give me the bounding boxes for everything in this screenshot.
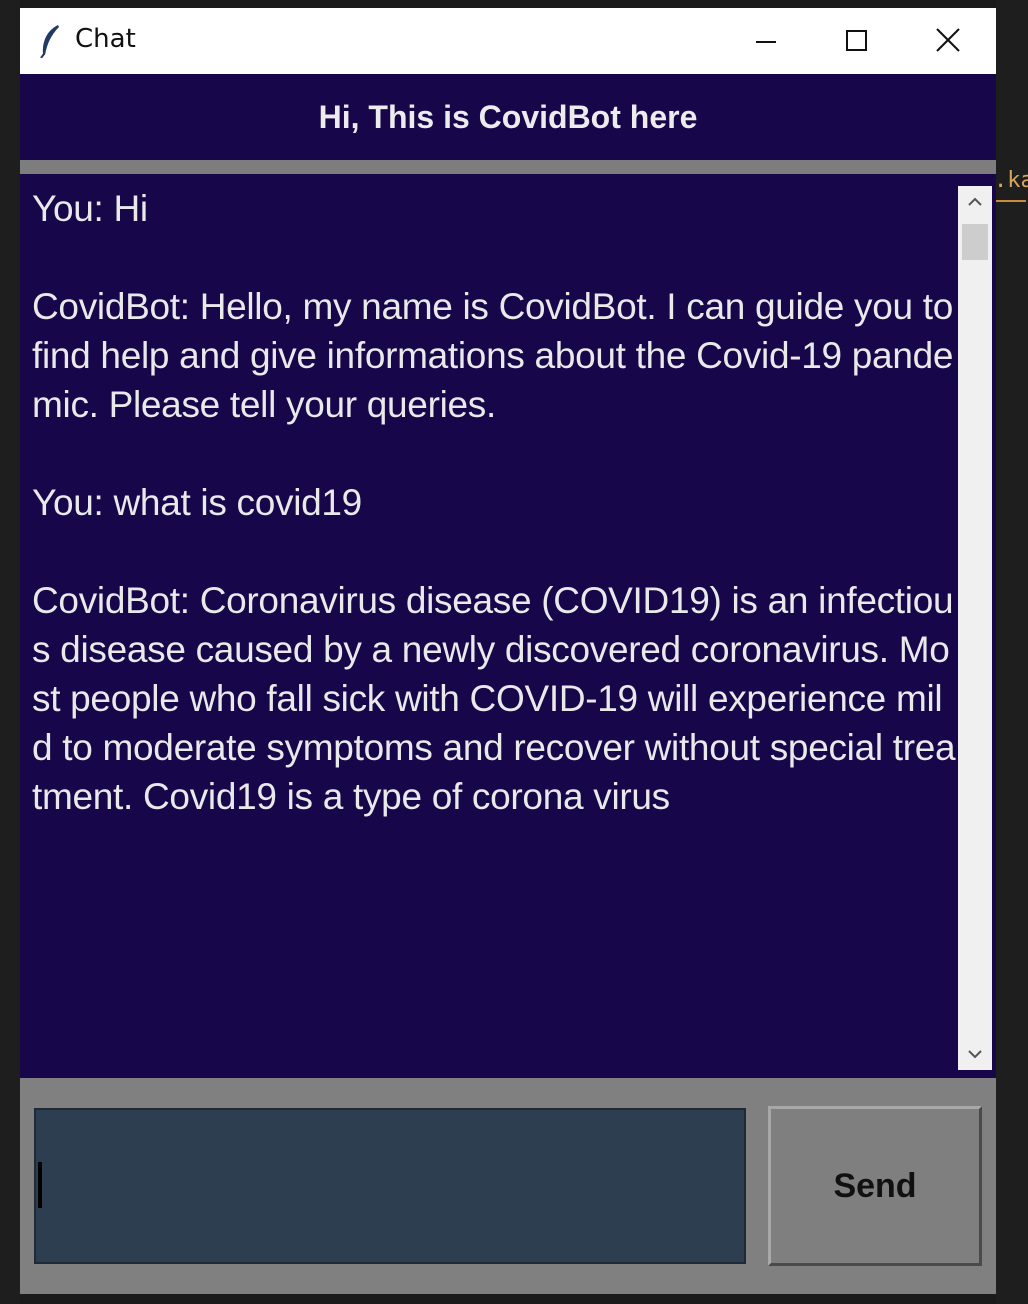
background-editor-left: [0, 0, 20, 1304]
background-editor-underline: [996, 200, 1026, 202]
message-list: You: Hi CovidBot: Hello, my name is Covi…: [32, 184, 956, 1064]
maximize-button[interactable]: [834, 20, 878, 62]
title-bar: Chat: [20, 8, 996, 74]
message-bot: CovidBot: Coronavirus disease (COVID19) …: [32, 580, 956, 817]
header-divider: [20, 160, 996, 174]
close-icon: [936, 28, 960, 52]
scroll-up-button[interactable]: [958, 186, 992, 218]
message-bot: CovidBot: Hello, my name is CovidBot. I …: [32, 286, 954, 425]
message-user: You: what is covid19: [32, 482, 362, 523]
feather-icon: [38, 24, 62, 59]
maximize-icon: [846, 30, 867, 51]
scroll-thumb[interactable]: [962, 224, 988, 260]
message-user: You: Hi: [32, 188, 148, 229]
chat-log[interactable]: You: Hi CovidBot: Hello, my name is Covi…: [20, 174, 996, 1078]
message-input[interactable]: [34, 1108, 746, 1264]
chevron-down-icon: [968, 1050, 982, 1059]
input-panel: Send: [20, 1078, 996, 1294]
close-button[interactable]: [926, 20, 970, 62]
send-button[interactable]: Send: [768, 1106, 982, 1266]
minimize-icon: [756, 41, 776, 43]
background-editor-right: [996, 0, 1028, 1304]
chevron-up-icon: [968, 197, 982, 206]
minimize-button[interactable]: [744, 20, 788, 62]
scroll-down-button[interactable]: [958, 1038, 992, 1070]
window-title: Chat: [75, 24, 136, 54]
background-editor-fragment: .ka: [994, 168, 1028, 193]
chat-scrollbar[interactable]: [958, 186, 992, 1070]
chat-header: Hi, This is CovidBot here: [20, 74, 996, 160]
text-caret: [38, 1162, 42, 1208]
chat-window: Chat Hi, This is CovidBot here You: Hi C…: [20, 8, 996, 1294]
